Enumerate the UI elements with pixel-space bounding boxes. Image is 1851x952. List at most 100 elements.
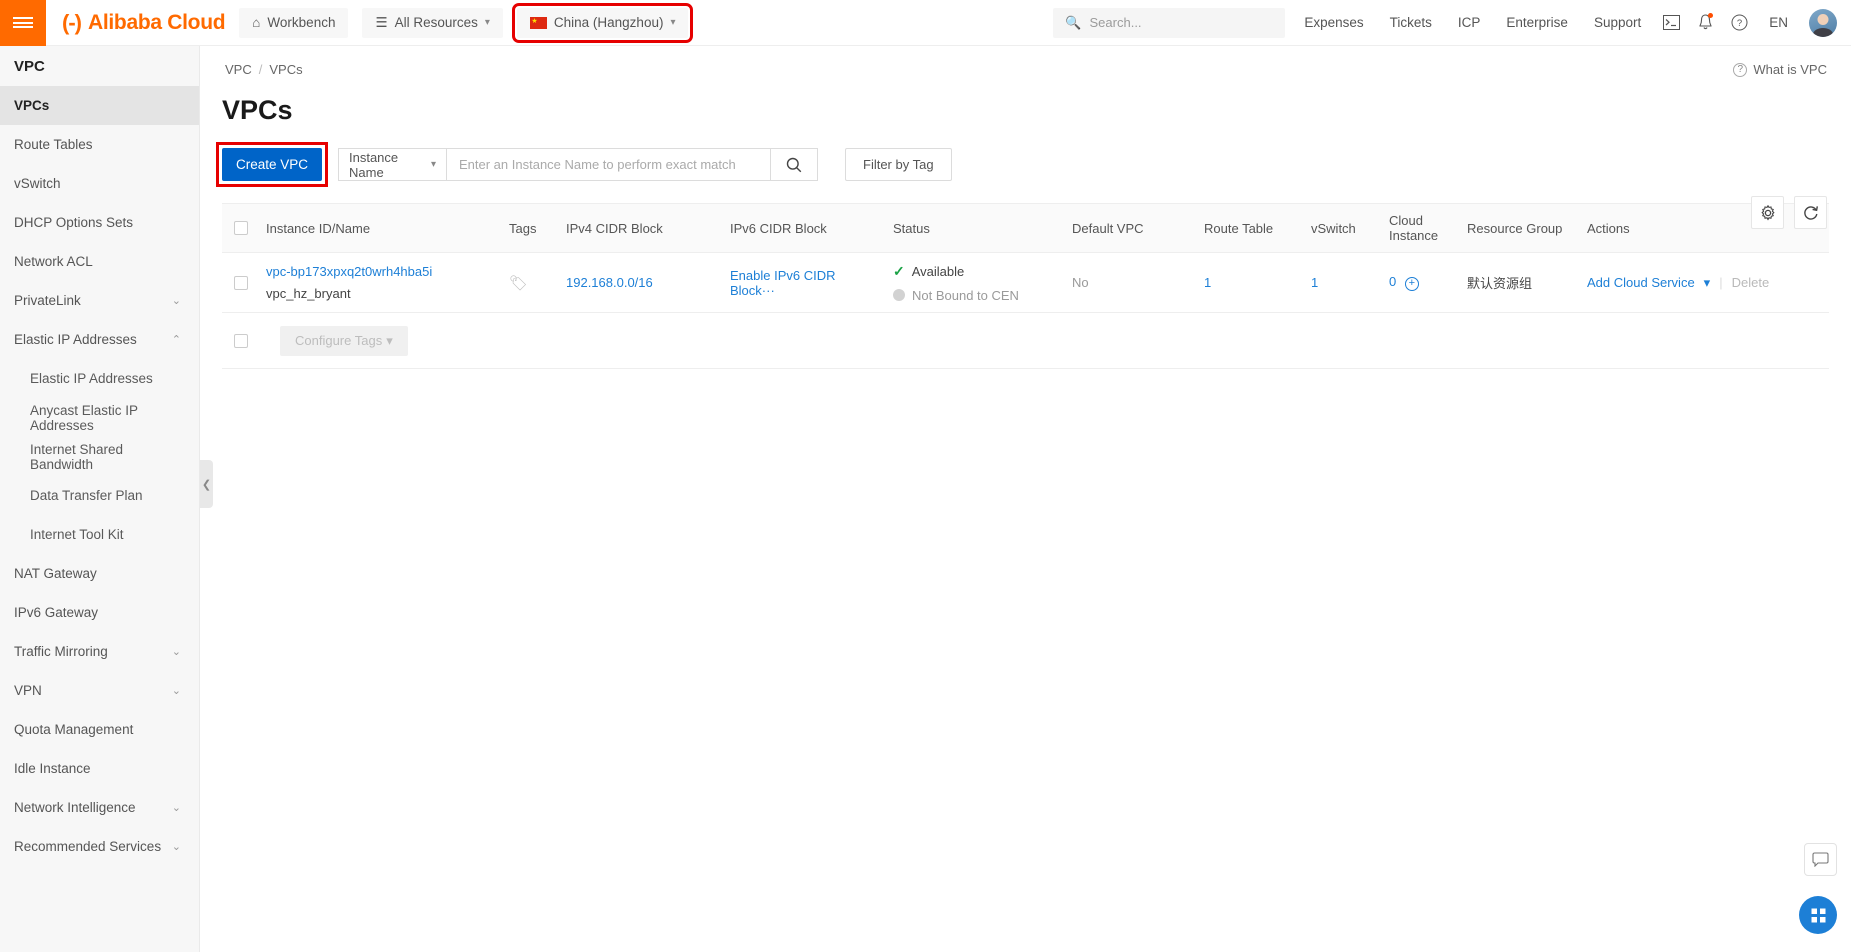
bulk-select-checkbox-cell (222, 333, 260, 348)
header-link-support[interactable]: Support (1581, 15, 1654, 30)
filter-by-tag-button[interactable]: Filter by Tag (845, 148, 952, 181)
what-is-vpc-link[interactable]: ? What is VPC (1733, 62, 1827, 77)
vswitch-link[interactable]: 1 (1311, 275, 1318, 290)
stack-icon: ☰ (375, 14, 388, 30)
svg-text:?: ? (1737, 18, 1742, 29)
sidebar-item-privatelink[interactable]: PrivateLink ⌄ (0, 281, 199, 320)
instance-name-text: vpc_hz_bryant (266, 286, 351, 301)
what-is-vpc-label: What is VPC (1753, 62, 1827, 77)
sidebar-item-quota-management[interactable]: Quota Management (0, 710, 199, 749)
help-circle-icon: ? (1733, 62, 1748, 77)
check-icon: ✓ (893, 262, 905, 279)
action-divider: | (1719, 275, 1723, 290)
cloud-instance-count[interactable]: 0 (1389, 274, 1396, 289)
sidebar-item-label: PrivateLink (14, 293, 81, 308)
avatar[interactable] (1809, 8, 1837, 37)
column-header-ipv6-cidr-block: IPv6 CIDR Block (730, 220, 827, 236)
workbench-button[interactable]: ⌂ Workbench (239, 7, 349, 38)
column-header-vswitch: vSwitch (1311, 220, 1356, 236)
column-header-cloud-instance: Cloud Instance (1383, 213, 1461, 243)
sidebar-item-internet-shared-bandwidth[interactable]: Internet Shared Bandwidth (0, 437, 199, 476)
filter-field-select[interactable]: Instance Name ▾ (338, 148, 446, 181)
sidebar-collapse-toggle[interactable]: ❮ (200, 460, 213, 508)
row-checkbox-cell (222, 275, 260, 290)
row-checkbox[interactable] (234, 275, 248, 290)
sidebar-item-label: NAT Gateway (14, 566, 97, 581)
cell-cloud-instance: 0 + (1383, 274, 1461, 291)
toolbar: Create VPC Instance Name ▾ Enter an Inst… (216, 142, 1851, 187)
sidebar-item-elastic-ip-addresses-group[interactable]: Elastic IP Addresses ⌃ (0, 320, 199, 359)
gear-icon[interactable] (1751, 196, 1784, 229)
bulk-select-checkbox[interactable] (234, 333, 248, 348)
sidebar-item-traffic-mirroring[interactable]: Traffic Mirroring ⌄ (0, 632, 199, 671)
sidebar-item-label: VPN (14, 683, 42, 698)
header-link-icp[interactable]: ICP (1445, 15, 1494, 30)
help-icon[interactable]: ? (1722, 6, 1756, 40)
sidebar-item-label: VPCs (14, 98, 50, 113)
refresh-icon[interactable] (1794, 196, 1827, 229)
configure-tags-button[interactable]: Configure Tags ▾ (280, 325, 408, 356)
create-vpc-button[interactable]: Create VPC (222, 148, 322, 181)
select-all-checkbox[interactable] (234, 221, 248, 235)
sidebar-item-nat-gateway[interactable]: NAT Gateway (0, 554, 199, 593)
sidebar-item-route-tables[interactable]: Route Tables (0, 125, 199, 164)
sidebar-item-idle-instance[interactable]: Idle Instance (0, 749, 199, 788)
header-link-expenses[interactable]: Expenses (1291, 15, 1376, 30)
ipv4-cidr-link[interactable]: 192.168.0.0/16 (566, 275, 653, 290)
sidebar-item-anycast-elastic-ip-addresses[interactable]: Anycast Elastic IP Addresses (0, 398, 199, 437)
cell-status: ✓ Available Not Bound to CEN (887, 263, 1066, 303)
sidebar-item-label: Elastic IP Addresses (14, 332, 137, 347)
sidebar-item-vpn[interactable]: VPN ⌄ (0, 671, 199, 710)
hamburger-icon[interactable] (0, 0, 46, 46)
global-search-input[interactable]: 🔍 Search... (1053, 7, 1286, 38)
resource-group-value: 默认资源组 (1467, 276, 1533, 291)
enable-ipv6-cidr-link[interactable]: Enable IPv6 CIDR Block··· (730, 268, 836, 298)
sidebar-item-network-intelligence[interactable]: Network Intelligence ⌄ (0, 788, 199, 827)
sidebar-item-ipv6-gateway[interactable]: IPv6 Gateway (0, 593, 199, 632)
instance-search-input[interactable]: Enter an Instance Name to perform exact … (446, 148, 771, 181)
vpc-table: Instance ID/Name Tags IPv4 CIDR Block IP… (222, 203, 1829, 313)
language-selector[interactable]: EN (1756, 15, 1801, 30)
sidebar-item-data-transfer-plan[interactable]: Data Transfer Plan (0, 476, 199, 515)
breadcrumb-item-vpc[interactable]: VPC (225, 62, 252, 77)
chat-icon[interactable] (1804, 843, 1837, 876)
chevron-down-icon: ▾ (386, 332, 393, 348)
header-link-enterprise[interactable]: Enterprise (1493, 15, 1581, 30)
status-badge-available: ✓ Available (893, 263, 1060, 280)
region-selector[interactable]: China (Hangzhou) ▾ (511, 2, 694, 43)
sidebar-item-dhcp-options-sets[interactable]: DHCP Options Sets (0, 203, 199, 242)
chevron-down-icon[interactable]: ▾ (1704, 275, 1711, 291)
search-submit-button[interactable] (771, 148, 818, 181)
chevron-up-icon: ⌃ (171, 334, 181, 346)
sidebar-item-recommended-services[interactable]: Recommended Services ⌄ (0, 827, 199, 866)
sidebar-item-label: Traffic Mirroring (14, 644, 108, 659)
delete-button[interactable]: Delete (1732, 275, 1770, 290)
bulk-action-bar: Configure Tags ▾ (222, 313, 1829, 369)
tag-icon[interactable]: 🏷 (509, 275, 528, 292)
cell-instance-id-name: vpc-bp173xpxq2t0wrh4hba5i vpc_hz_bryant (260, 264, 503, 301)
apps-grid-icon[interactable] (1799, 896, 1837, 934)
table-row: vpc-bp173xpxq2t0wrh4hba5i vpc_hz_bryant … (222, 253, 1829, 313)
terminal-icon[interactable] (1654, 6, 1688, 40)
sidebar-item-vpcs[interactable]: VPCs (0, 86, 199, 125)
instance-id-link[interactable]: vpc-bp173xpxq2t0wrh4hba5i (266, 264, 497, 279)
header-link-tickets[interactable]: Tickets (1377, 15, 1445, 30)
sidebar-item-elastic-ip-addresses[interactable]: Elastic IP Addresses (0, 359, 199, 398)
bell-icon[interactable] (1688, 6, 1722, 40)
brand-logo[interactable]: (-) Alibaba Cloud (62, 11, 226, 35)
default-vpc-value: No (1072, 275, 1089, 290)
plus-circle-icon[interactable]: + (1404, 276, 1419, 291)
sidebar-item-internet-tool-kit[interactable]: Internet Tool Kit (0, 515, 199, 554)
sidebar-item-label: vSwitch (14, 176, 61, 191)
column-header-tags: Tags (509, 220, 537, 236)
sidebar-item-vswitch[interactable]: vSwitch (0, 164, 199, 203)
cloud-instance-line-2: Instance (1389, 228, 1439, 243)
route-table-link[interactable]: 1 (1204, 275, 1211, 290)
cell-tags: 🏷 (503, 274, 560, 292)
chevron-down-icon: ▾ (484, 17, 490, 28)
all-resources-button[interactable]: ☰ All Resources ▾ (362, 7, 503, 38)
sidebar-item-network-acl[interactable]: Network ACL (0, 242, 199, 281)
breadcrumb-item-vpcs[interactable]: VPCs (269, 62, 302, 77)
add-cloud-service-button[interactable]: Add Cloud Service (1587, 275, 1695, 290)
chevron-down-icon: ⌄ (171, 685, 181, 697)
